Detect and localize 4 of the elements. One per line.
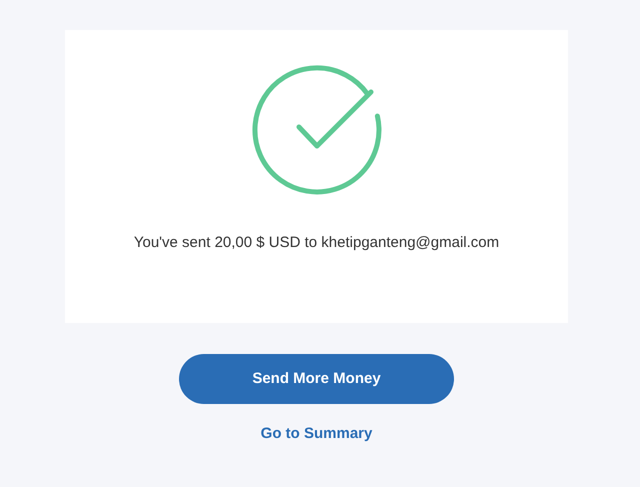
- send-more-money-button[interactable]: Send More Money: [179, 354, 454, 404]
- confirmation-message: You've sent 20,00 $ USD to khetipganteng@gmail.com: [134, 233, 500, 253]
- check-circle-icon: [252, 65, 382, 195]
- summary-link[interactable]: Go to Summary: [260, 423, 372, 446]
